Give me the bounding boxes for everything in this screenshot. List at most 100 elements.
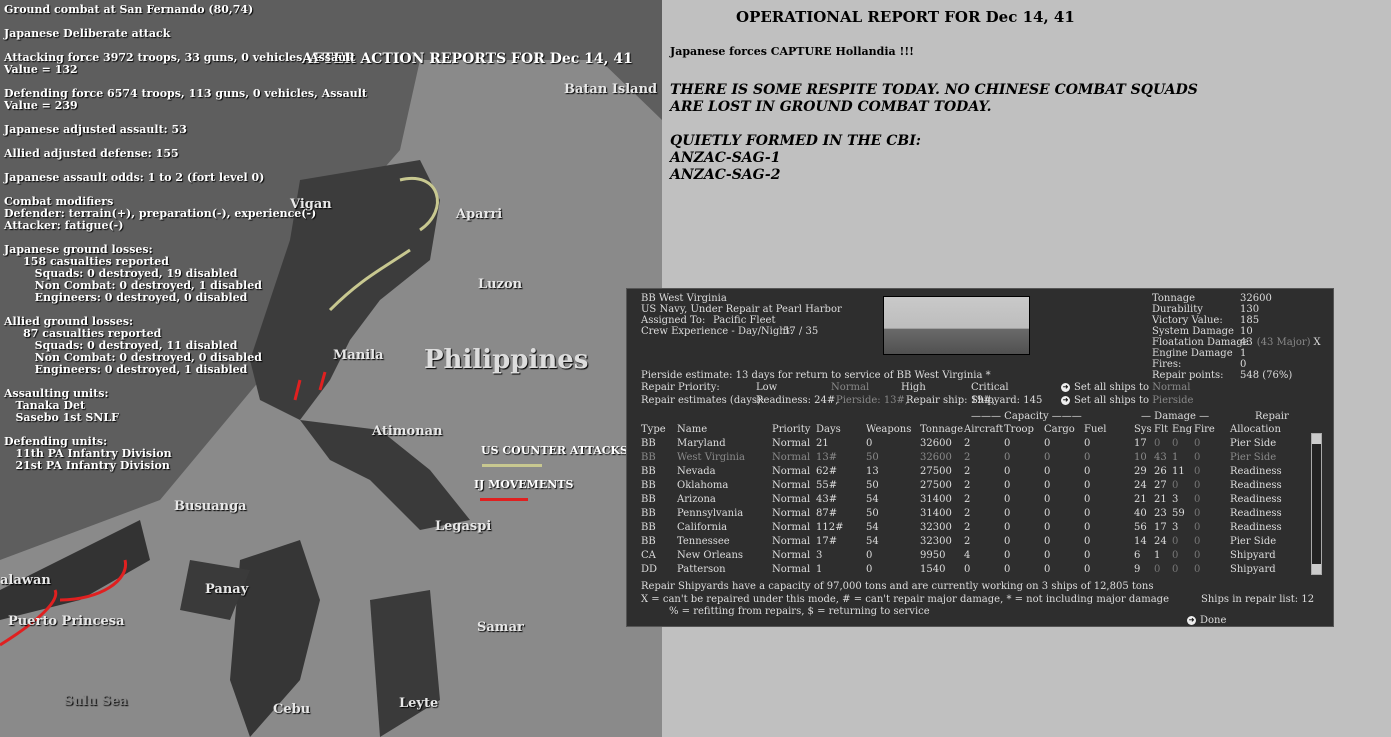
op-line: ANZAC-SAG-1	[670, 150, 781, 166]
table-row[interactable]: BB California Normal 112# 54 32300 2 0 0 0 56 17 3 0 R…	[641, 520, 1290, 534]
cell-days: 13#	[816, 451, 838, 463]
cell-priority: Normal	[772, 493, 811, 505]
op-line: ANZAC-SAG-2	[670, 167, 781, 183]
column-header[interactable]: Eng	[1172, 422, 1194, 436]
column-header[interactable]: Flt	[1154, 422, 1172, 436]
cell-fuel: 0	[1084, 507, 1091, 519]
aar-line: Value = 239	[4, 99, 78, 112]
estimate-shipyard[interactable]: Shipyard: 145	[971, 395, 1042, 406]
cell-fire: 0	[1194, 563, 1201, 575]
cell-type: CA	[641, 549, 656, 561]
table-row[interactable]: DD Patterson Normal 1 0 1540 0 0 0 0 9 0 0 0 Shipyard	[641, 562, 1290, 576]
estimate-pierside[interactable]: Pierside: 13#,	[836, 395, 908, 406]
cell-cargo: 0	[1044, 493, 1051, 505]
column-header[interactable]: Sys	[1134, 422, 1154, 436]
cell-aircraft: 2	[964, 465, 971, 477]
cell-eng: 11	[1172, 465, 1185, 477]
legend-ij-arrow	[480, 498, 528, 501]
legend-counter-arrow	[482, 464, 542, 467]
cell-fuel: 0	[1084, 493, 1091, 505]
map-label: Puerto Princesa	[8, 614, 125, 629]
map-label: Leyte	[399, 696, 439, 711]
column-header[interactable]: Fire	[1194, 422, 1230, 436]
cell-weapons: 0	[866, 549, 873, 561]
table-row[interactable]: BB Tennessee Normal 17# 54 32300 2 0 0 0 14 24 0 0 Pie…	[641, 534, 1290, 548]
pierside-estimate: Pierside estimate: 13 days for return to…	[641, 370, 991, 381]
column-header[interactable]: Allocation	[1230, 422, 1290, 436]
column-header[interactable]: Type	[641, 422, 677, 436]
priority-high[interactable]: High	[901, 382, 926, 393]
priority-critical[interactable]: Critical	[971, 382, 1009, 393]
cell-fire: 0	[1194, 493, 1201, 505]
done-button[interactable]: ➜ Done	[1187, 615, 1226, 626]
scroll-down-icon[interactable]	[1312, 564, 1321, 574]
cell-sys: 56	[1134, 521, 1147, 533]
cell-allocation: Readiness	[1230, 479, 1282, 491]
map-label: Atimonan	[372, 424, 443, 439]
arrow-right-icon: ➜	[1187, 616, 1196, 625]
cell-priority: Normal	[772, 437, 811, 449]
cell-cargo: 0	[1044, 451, 1051, 463]
set-all-pierside-button[interactable]: ➜ Set all ships to Pierside	[1061, 395, 1193, 406]
priority-low[interactable]: Low	[756, 382, 777, 393]
cell-troop: 0	[1004, 563, 1011, 575]
cell-fire: 0	[1194, 507, 1201, 519]
assigned-label: Assigned To:	[641, 315, 706, 326]
ship-repair-dialog: BB West Virginia US Navy, Under Repair a…	[626, 288, 1334, 627]
cell-cargo: 0	[1044, 563, 1051, 575]
cell-fire: 0	[1194, 437, 1201, 449]
stat-value-text: 32600	[1240, 293, 1272, 304]
column-header[interactable]: Troop	[1004, 422, 1044, 436]
column-header[interactable]: Days	[816, 422, 866, 436]
table-header: Type Name Priority Days Weapons Tonnage Aircra…	[641, 422, 1290, 436]
column-header[interactable]: Fuel	[1084, 422, 1134, 436]
estimate-readiness[interactable]: Readiness: 24#,	[756, 395, 838, 406]
flt-x: X	[1313, 337, 1321, 348]
map-label: alawan	[0, 573, 51, 588]
table-row[interactable]: BB Pennsylvania Normal 87# 50 31400 2 0 0 0 40 23 59…	[641, 506, 1290, 520]
table-row[interactable]: BB Maryland Normal 21 0 32600 2 0 0 0 17 0 0 0 Pier Si…	[641, 436, 1290, 450]
stat-value-text: 1	[1240, 348, 1247, 359]
cell-eng: 0	[1172, 535, 1179, 547]
crew-label: Crew Experience - Day/Night:	[641, 326, 794, 337]
priority-normal[interactable]: Normal	[831, 382, 869, 393]
table-row[interactable]: BB Oklahoma Normal 55# 50 27500 2 0 0 0 24 27 0 0 Read…	[641, 478, 1290, 492]
cell-fuel: 0	[1084, 549, 1091, 561]
stat-value-text: 548 (76%)	[1240, 370, 1293, 381]
table-row[interactable]: BB Arizona Normal 43# 54 31400 2 0 0 0 21 21 3 0 Readi…	[641, 492, 1290, 506]
cell-flt: 43	[1154, 451, 1167, 463]
stat-value: 185	[1240, 315, 1259, 326]
assigned-value[interactable]: Pacific Fleet	[713, 315, 775, 326]
cell-sys: 24	[1134, 479, 1147, 491]
column-header[interactable]: Aircraft	[964, 422, 1004, 436]
table-row[interactable]: CA New Orleans Normal 3 0 9950 4 0 0 0 6 1 0 0 Shipyar…	[641, 548, 1290, 562]
cell-troop: 0	[1004, 465, 1011, 477]
column-header[interactable]: Weapons	[866, 422, 920, 436]
column-header[interactable]: Tonnage	[920, 422, 964, 436]
table-row[interactable]: BB West Virginia Normal 13# 50 32600 2 0 0 0 10 43 1…	[641, 450, 1290, 464]
cell-days: 62#	[816, 465, 838, 477]
cell-sys: 40	[1134, 507, 1147, 519]
button-label: Set all ships to	[1074, 395, 1153, 406]
cell-flt: 0	[1154, 437, 1161, 449]
cell-name: Pennsylvania	[677, 507, 744, 519]
table-row[interactable]: BB Nevada Normal 62# 13 27500 2 0 0 0 29 26 11 0 Readi…	[641, 464, 1290, 478]
scrollbar[interactable]	[1311, 433, 1322, 575]
cell-aircraft: 2	[964, 437, 971, 449]
set-all-normal-button[interactable]: ➜ Set all ships to Normal	[1061, 382, 1190, 393]
cell-cargo: 0	[1044, 535, 1051, 547]
cell-eng: 0	[1172, 563, 1179, 575]
cell-days: 17#	[816, 535, 838, 547]
cell-type: BB	[641, 507, 656, 519]
strategic-map[interactable]: AFTER ACTION REPORTS FOR Dec 14, 41 Grou…	[0, 0, 662, 737]
scroll-up-icon[interactable]	[1312, 434, 1321, 444]
column-header[interactable]: Cargo	[1044, 422, 1084, 436]
aar-line: Sasebo 1st SNLF	[4, 411, 119, 424]
cell-tonnage: 1540	[920, 563, 946, 575]
ship-image	[883, 296, 1030, 355]
stat-value: 32600	[1240, 293, 1272, 304]
column-header[interactable]: Name	[677, 422, 772, 436]
cell-priority: Normal	[772, 465, 811, 477]
cell-cargo: 0	[1044, 549, 1051, 561]
column-header[interactable]: Priority	[772, 422, 816, 436]
